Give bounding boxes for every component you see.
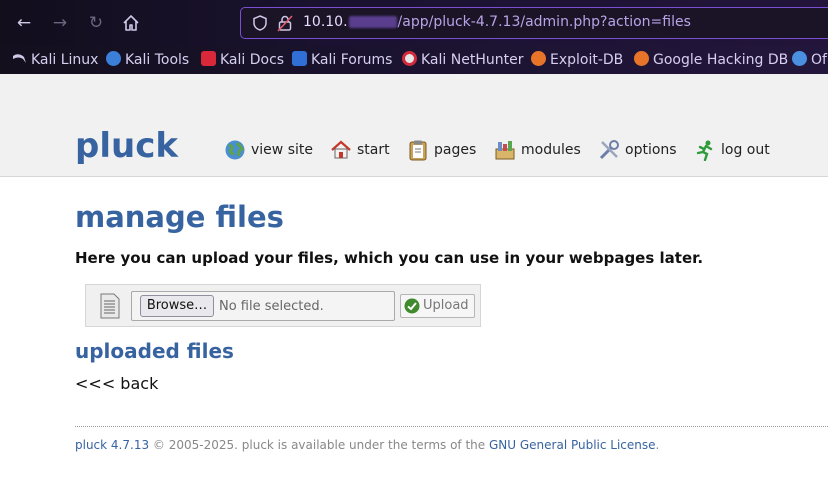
kali-forums-icon xyxy=(292,51,307,66)
home-icon xyxy=(331,140,351,159)
menu-pages[interactable]: pages xyxy=(407,138,476,162)
menu-label: options xyxy=(625,142,677,158)
exploit-db-icon xyxy=(531,51,546,66)
kali-dragon-icon xyxy=(12,51,27,66)
page-title: manage files xyxy=(75,200,284,234)
bookmark-kali-forums[interactable]: Kali Forums xyxy=(292,50,392,70)
file-input[interactable]: Browse… No file selected. xyxy=(131,291,395,321)
url-text[interactable]: 10.10. /app/pluck-4.7.13/admin.php?action… xyxy=(303,14,691,30)
uploaded-files-heading: uploaded files xyxy=(75,339,234,363)
globe-icon xyxy=(225,140,245,160)
clipboard-icon xyxy=(409,140,427,161)
bookmark-label: Of xyxy=(811,52,827,68)
footer-text: © 2005-2025. pluck is available under th… xyxy=(149,438,489,452)
offsec-icon xyxy=(792,51,807,66)
bookmark-google-hacking-db[interactable]: Google Hacking DB xyxy=(634,50,788,70)
bookmark-label: Kali Linux xyxy=(31,52,99,68)
file-status: No file selected. xyxy=(219,299,324,314)
menu-label: pages xyxy=(434,142,477,158)
browser-toolbar: ← → ↻ 10.10. /app/pluck-4.7.13/admin.php?… xyxy=(0,0,828,46)
menu-label: modules xyxy=(521,142,581,158)
footer-divider xyxy=(75,426,828,427)
bookmark-label: Kali Forums xyxy=(311,52,393,68)
bookmark-label: Kali NetHunter xyxy=(421,52,524,68)
bookmarks-bar: Kali Linux Kali Tools Kali Docs Kali For… xyxy=(0,46,828,74)
ghdb-icon xyxy=(634,51,649,66)
forward-arrow-icon[interactable]: → xyxy=(49,12,71,34)
kali-docs-icon xyxy=(201,51,216,66)
menu-label: view site xyxy=(251,142,313,158)
menu-label: start xyxy=(357,142,390,158)
bookmark-kali-docs[interactable]: Kali Docs xyxy=(201,50,284,70)
bookmark-label: Kali Tools xyxy=(125,52,190,68)
menu-modules[interactable]: modules xyxy=(494,138,581,162)
pluck-logo[interactable]: pluck xyxy=(75,126,178,166)
bookmark-kali-nethunter[interactable]: Kali NetHunter xyxy=(402,50,523,70)
footer: pluck 4.7.13 © 2005-2025. pluck is avail… xyxy=(75,437,659,453)
url-path: /app/pluck-4.7.13/admin.php?action=files xyxy=(397,14,691,30)
license-link[interactable]: GNU General Public License xyxy=(489,438,656,452)
back-link[interactable]: <<< back xyxy=(75,374,158,394)
url-bar[interactable]: 10.10. /app/pluck-4.7.13/admin.php?action… xyxy=(240,7,828,39)
admin-header: pluck view site start pages modules opti… xyxy=(0,74,828,177)
check-icon xyxy=(404,298,420,314)
url-redacted xyxy=(348,16,397,28)
bookmark-label: Kali Docs xyxy=(220,52,285,68)
tools-icon xyxy=(599,140,619,160)
intro-text: Here you can upload your files, which yo… xyxy=(75,249,704,267)
insecure-lock-icon[interactable] xyxy=(277,14,293,32)
bookmark-kali-linux[interactable]: Kali Linux xyxy=(12,50,98,70)
kali-tools-icon xyxy=(106,51,121,66)
browse-button[interactable]: Browse… xyxy=(140,295,214,317)
upload-button[interactable]: Upload xyxy=(400,294,475,318)
back-arrow-icon[interactable]: ← xyxy=(13,12,35,34)
reload-icon[interactable]: ↻ xyxy=(85,12,107,34)
modules-icon xyxy=(495,141,515,160)
bookmark-offsec[interactable]: Of xyxy=(792,50,827,70)
bookmark-label: Google Hacking DB xyxy=(653,52,789,68)
shield-icon[interactable] xyxy=(251,14,269,32)
url-host: 10.10. xyxy=(303,14,348,30)
bookmark-exploit-db[interactable]: Exploit-DB xyxy=(531,50,623,70)
footer-suffix: . xyxy=(655,438,660,452)
menu-options[interactable]: options xyxy=(598,138,677,162)
bookmark-kali-tools[interactable]: Kali Tools xyxy=(106,50,189,70)
menu-log-out[interactable]: log out xyxy=(694,138,770,162)
upload-label: Upload xyxy=(423,298,469,313)
menu-start[interactable]: start xyxy=(330,138,390,162)
home-button-icon[interactable] xyxy=(120,12,142,34)
running-man-icon xyxy=(696,140,713,161)
version-link[interactable]: pluck 4.7.13 xyxy=(75,438,149,452)
kali-nethunter-icon xyxy=(402,51,417,66)
bookmark-label: Exploit-DB xyxy=(550,52,624,68)
menu-view-site[interactable]: view site xyxy=(224,138,313,162)
upload-form: Browse… No file selected. Upload xyxy=(85,284,481,327)
menu-label: log out xyxy=(721,142,770,158)
document-icon xyxy=(100,293,120,319)
